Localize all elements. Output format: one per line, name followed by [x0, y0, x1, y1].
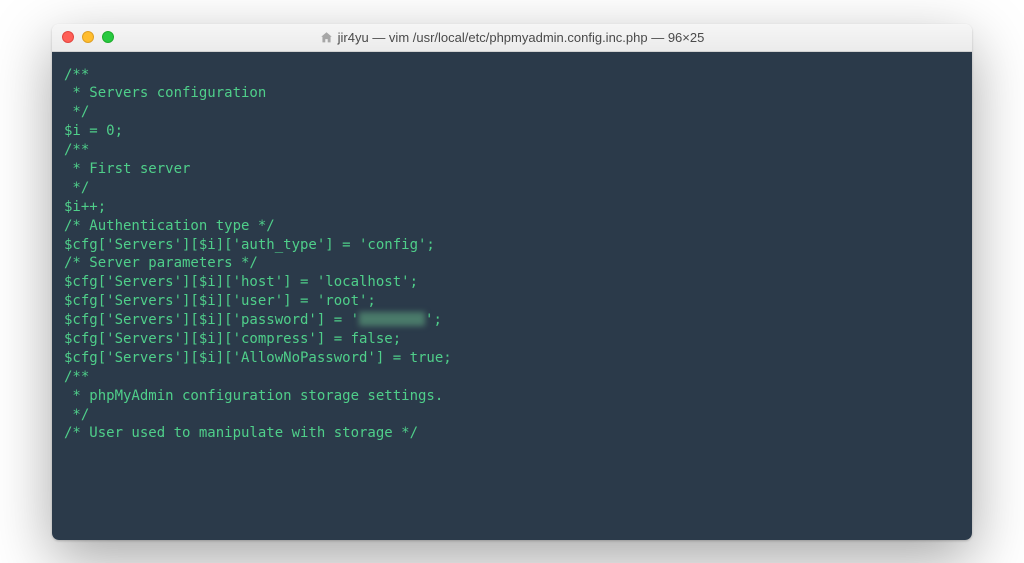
- window-title: jir4yu — vim /usr/local/etc/phpmyadmin.c…: [62, 30, 962, 45]
- terminal-line: /**: [64, 141, 960, 160]
- terminal-line: * First server: [64, 160, 960, 179]
- terminal-line: $cfg['Servers'][$i]['compress'] = false;: [64, 330, 960, 349]
- terminal-line: $cfg['Servers'][$i]['auth_type'] = 'conf…: [64, 236, 960, 255]
- terminal-line: /* Server parameters */: [64, 254, 960, 273]
- terminal-line: /* Authentication type */: [64, 217, 960, 236]
- maximize-button[interactable]: [102, 31, 114, 43]
- terminal-line: /* User used to manipulate with storage …: [64, 424, 960, 443]
- terminal-line: /**: [64, 66, 960, 85]
- redacted-password: [359, 312, 425, 326]
- terminal-line: $cfg['Servers'][$i]['password'] = '';: [64, 311, 960, 330]
- terminal-line: */: [64, 179, 960, 198]
- terminal-window: jir4yu — vim /usr/local/etc/phpmyadmin.c…: [52, 24, 972, 540]
- terminal-line: $i = 0;: [64, 122, 960, 141]
- terminal-line: $cfg['Servers'][$i]['user'] = 'root';: [64, 292, 960, 311]
- window-title-text: jir4yu — vim /usr/local/etc/phpmyadmin.c…: [338, 30, 705, 45]
- titlebar: jir4yu — vim /usr/local/etc/phpmyadmin.c…: [52, 24, 972, 52]
- terminal-line: */: [64, 406, 960, 425]
- terminal-line: /**: [64, 368, 960, 387]
- close-button[interactable]: [62, 31, 74, 43]
- minimize-button[interactable]: [82, 31, 94, 43]
- home-icon: [320, 31, 333, 44]
- terminal-line: $cfg['Servers'][$i]['host'] = 'localhost…: [64, 273, 960, 292]
- terminal-line: * Servers configuration: [64, 84, 960, 103]
- terminal-line: $i++;: [64, 198, 960, 217]
- terminal-line: * phpMyAdmin configuration storage setti…: [64, 387, 960, 406]
- traffic-lights: [62, 31, 114, 43]
- terminal-body[interactable]: /** * Servers configuration */$i = 0;/**…: [52, 52, 972, 540]
- terminal-line: */: [64, 103, 960, 122]
- terminal-line: $cfg['Servers'][$i]['AllowNoPassword'] =…: [64, 349, 960, 368]
